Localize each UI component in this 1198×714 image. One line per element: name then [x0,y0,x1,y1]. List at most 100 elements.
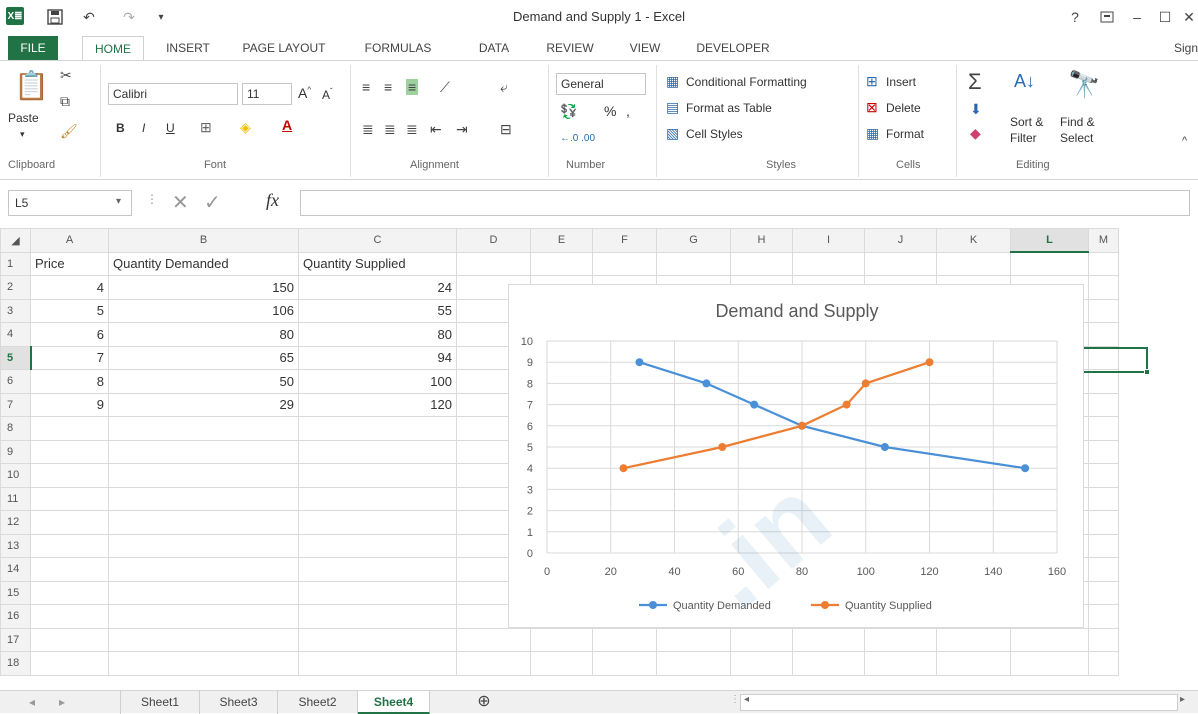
column-header-j[interactable]: J [864,228,937,253]
column-header-a[interactable]: A [30,228,109,253]
comma-style-button[interactable]: , [626,103,630,119]
tab-data[interactable]: DATA [466,36,522,60]
cell-c8[interactable] [298,416,457,441]
cell-m1[interactable] [1088,251,1119,276]
autosum-icon[interactable]: Σ [968,69,982,95]
row-header-6[interactable]: 6 [0,369,31,394]
name-box[interactable]: L5 [8,190,132,216]
cell-j1[interactable] [864,251,937,276]
row-header-14[interactable]: 14 [0,557,31,582]
format-cells-button[interactable]: Format [886,127,924,141]
cell-m2[interactable] [1088,275,1119,300]
cell-a8[interactable] [30,416,109,441]
middle-align-icon[interactable]: ≡ [384,79,392,95]
row-header-5[interactable]: 5 [0,345,32,370]
sort-filter-button[interactable]: Sort & [1010,115,1043,129]
sheet-tab[interactable]: Sheet3 [200,691,278,714]
cell-k1[interactable] [936,251,1011,276]
cell-f17[interactable] [592,627,657,652]
paste-dropdown-icon[interactable]: ▾ [20,129,25,140]
cell-m12[interactable] [1088,510,1119,535]
cell-l1[interactable] [1010,251,1089,276]
italic-button[interactable]: I [142,121,145,135]
cell-a9[interactable] [30,439,109,464]
cell-a6[interactable]: 8 [30,369,109,394]
cell-c15[interactable] [298,580,457,605]
cell-m11[interactable] [1088,486,1119,511]
tab-file[interactable]: FILE [8,36,58,60]
cell-b12[interactable] [108,510,299,535]
cell-b11[interactable] [108,486,299,511]
underline-button[interactable]: U [166,121,175,135]
row-header-3[interactable]: 3 [0,298,31,323]
cell-m6[interactable] [1088,369,1119,394]
cell-d17[interactable] [456,627,531,652]
row-header-15[interactable]: 15 [0,580,31,605]
cell-b10[interactable] [108,463,299,488]
increase-decimal-icon[interactable]: ←.0 .00 [560,133,595,144]
cell-m7[interactable] [1088,392,1119,417]
cell-b13[interactable] [108,533,299,558]
close-icon[interactable]: ✕ [1180,6,1198,28]
cell-b9[interactable] [108,439,299,464]
column-header-g[interactable]: G [656,228,731,253]
column-header-c[interactable]: C [298,228,457,253]
cell-a1[interactable]: Price [30,251,109,276]
scroll-tabs-left-icon[interactable]: ◂ [20,691,44,714]
cell-c17[interactable] [298,627,457,652]
conditional-formatting-button[interactable]: Conditional Formatting [686,75,807,89]
new-sheet-icon[interactable]: ⊕ [470,691,498,714]
cell-a4[interactable]: 6 [30,322,109,347]
cell-b17[interactable] [108,627,299,652]
cell-i1[interactable] [792,251,865,276]
cell-e18[interactable] [530,651,593,676]
paste-icon[interactable]: 📋 [14,69,49,102]
cell-c10[interactable] [298,463,457,488]
increase-font-size-icon[interactable]: A^ [298,85,311,101]
cell-m16[interactable] [1088,604,1119,629]
select-all-corner[interactable]: ◢ [0,228,31,253]
decrease-indent-icon[interactable]: ⇤ [430,121,442,138]
cell-m15[interactable] [1088,580,1119,605]
paste-button[interactable]: Paste [8,111,39,125]
cell-b8[interactable] [108,416,299,441]
format-painter-icon[interactable]: 🖌 [60,123,78,140]
tab-view[interactable]: VIEW [620,36,670,60]
font-size-select[interactable]: 11 [242,83,292,105]
insert-function-button[interactable]: fx [266,190,279,211]
maximize-icon[interactable]: ☐ [1152,6,1178,28]
tab-formulas[interactable]: FORMULAS [358,36,438,60]
row-header-1[interactable]: 1 [0,251,31,276]
align-center-icon[interactable]: ≣ [384,121,396,138]
scroll-left-icon[interactable]: ◂ [744,694,749,705]
cell-b7[interactable]: 29 [108,392,299,417]
cell-c2[interactable]: 24 [298,275,457,300]
cell-a17[interactable] [30,627,109,652]
cut-icon[interactable]: ✂ [60,67,72,84]
insert-cells-button[interactable]: Insert [886,75,916,89]
cell-l18[interactable] [1010,651,1089,676]
cell-l17[interactable] [1010,627,1089,652]
cell-c13[interactable] [298,533,457,558]
cell-c6[interactable]: 100 [298,369,457,394]
scroll-right-icon[interactable]: ▸ [1180,694,1185,705]
cell-j18[interactable] [864,651,937,676]
cell-g18[interactable] [656,651,731,676]
cell-g17[interactable] [656,627,731,652]
help-icon[interactable]: ? [1062,6,1088,28]
column-header-d[interactable]: D [456,228,531,253]
row-header-12[interactable]: 12 [0,510,31,535]
cell-f1[interactable] [592,251,657,276]
cell-m14[interactable] [1088,557,1119,582]
cell-b5[interactable]: 65 [108,345,299,370]
tab-developer[interactable]: DEVELOPER [690,36,776,60]
cell-a13[interactable] [30,533,109,558]
column-header-l[interactable]: L [1010,228,1089,253]
row-header-9[interactable]: 9 [0,439,31,464]
cell-c14[interactable] [298,557,457,582]
tab-insert[interactable]: INSERT [160,36,216,60]
cell-b6[interactable]: 50 [108,369,299,394]
cell-f18[interactable] [592,651,657,676]
delete-cells-button[interactable]: Delete [886,101,921,115]
column-header-k[interactable]: K [936,228,1011,253]
